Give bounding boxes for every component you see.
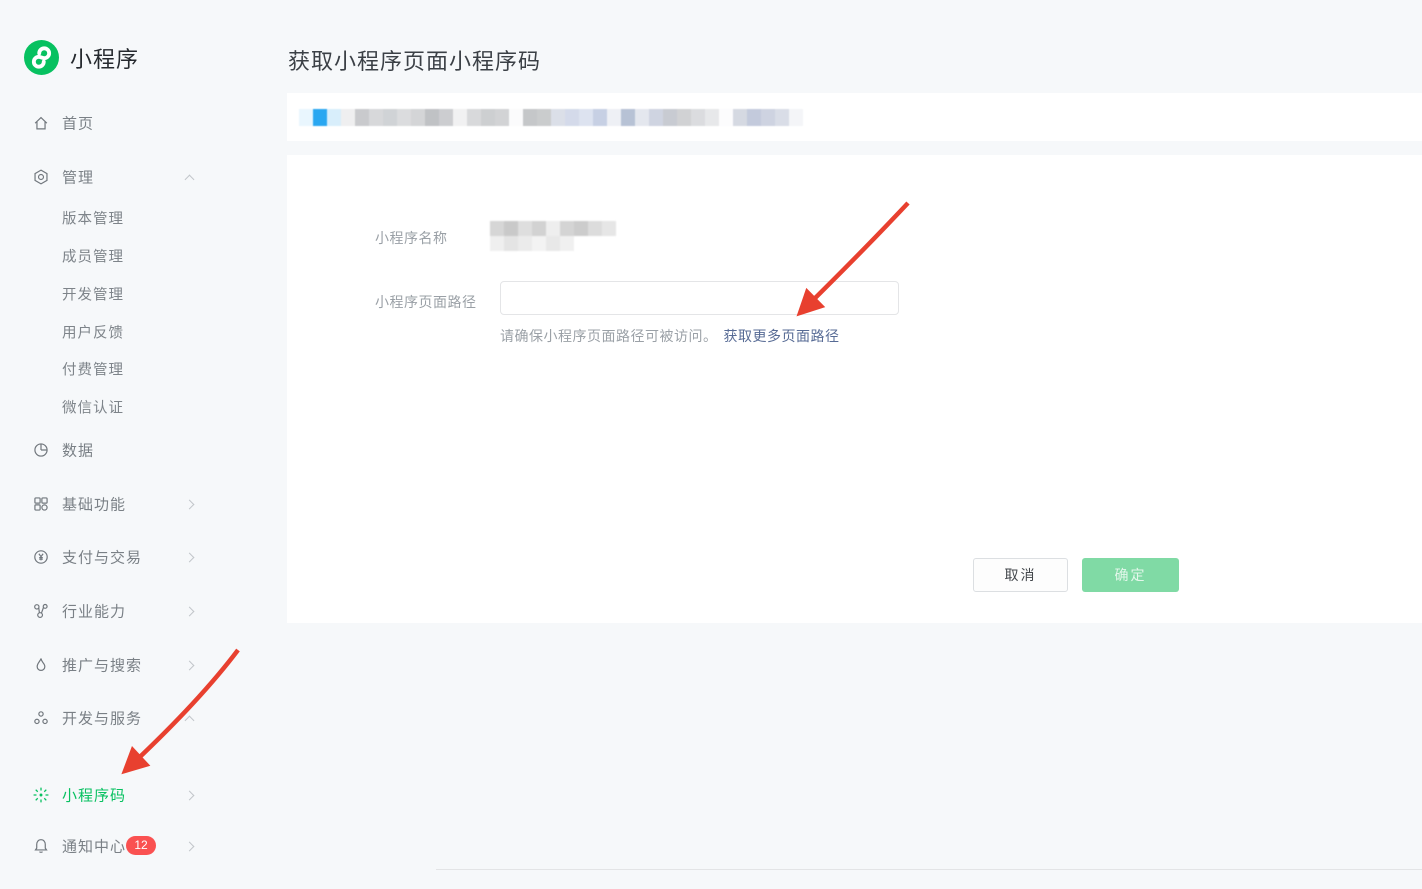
sidebar-item-mini-program-code[interactable]: 小程序码 [0, 781, 287, 809]
sidebar-item-label: 基础功能 [62, 494, 126, 515]
mini-program-logo-icon [24, 40, 59, 75]
chevron-right-icon [185, 553, 195, 563]
chevron-right-icon [185, 661, 195, 671]
sidebar-item-label: 小程序码 [62, 785, 126, 806]
sidebar-item-member-manage[interactable]: 成员管理 [0, 242, 287, 270]
sidebar-item-label: 用户反馈 [62, 322, 124, 343]
sidebar-item-payment-trade[interactable]: 支付与交易 [0, 543, 287, 571]
sidebar-item-label: 推广与搜索 [62, 655, 142, 676]
sidebar-item-label: 成员管理 [62, 246, 124, 267]
breadcrumb-bar [287, 93, 1422, 141]
sidebar-item-version-manage[interactable]: 版本管理 [0, 204, 287, 232]
path-hint: 请确保小程序页面路径可被访问。获取更多页面路径 [500, 326, 840, 346]
censored-breadcrumb [299, 109, 803, 126]
manage-icon [32, 168, 50, 186]
app-window: 小程序 首页 管理 版本管理 成员管理 开发管理 用户反馈 付费 [0, 0, 1422, 889]
sidebar-item-data[interactable]: 数据 [0, 436, 287, 464]
grid-icon [32, 495, 50, 513]
chevron-right-icon [185, 500, 195, 510]
sidebar-item-label: 付费管理 [62, 359, 124, 380]
sidebar: 小程序 首页 管理 版本管理 成员管理 开发管理 用户反馈 付费 [0, 0, 287, 889]
sidebar-item-promotion-search[interactable]: 推广与搜索 [0, 651, 287, 679]
chevron-right-icon [185, 842, 195, 852]
sidebar-item-manage[interactable]: 管理 [0, 163, 287, 191]
censored-mini-program-name [490, 221, 616, 251]
sidebar-item-label: 管理 [62, 167, 94, 188]
chevron-up-icon [185, 175, 195, 185]
sidebar-item-label: 开发与服务 [62, 708, 142, 729]
page-path-input[interactable] [500, 281, 899, 315]
mini-program-code-icon [32, 786, 50, 804]
sidebar-item-wechat-verify[interactable]: 微信认证 [0, 393, 287, 421]
path-hint-text: 请确保小程序页面路径可被访问。 [500, 328, 718, 344]
dev-services-icon [32, 709, 50, 727]
industry-molecule-icon [32, 602, 50, 620]
sidebar-item-label: 数据 [62, 440, 94, 461]
sidebar-item-label: 开发管理 [62, 284, 124, 305]
sidebar-item-dev-manage[interactable]: 开发管理 [0, 280, 287, 308]
sidebar-item-label: 微信认证 [62, 397, 124, 418]
sidebar-item-dev-services[interactable]: 开发与服务 [0, 704, 287, 732]
sidebar-item-industry[interactable]: 行业能力 [0, 597, 287, 625]
sidebar-item-label: 行业能力 [62, 601, 126, 622]
sidebar-item-basic-functions[interactable]: 基础功能 [0, 490, 287, 518]
bell-icon [32, 837, 50, 855]
app-logo: 小程序 [24, 40, 139, 75]
chevron-right-icon [185, 607, 195, 617]
app-title: 小程序 [70, 42, 139, 74]
cancel-button[interactable]: 取消 [973, 558, 1068, 592]
sidebar-item-label: 通知中心 [62, 836, 126, 857]
data-pie-icon [32, 441, 50, 459]
chevron-right-icon [185, 791, 195, 801]
sidebar-item-label: 版本管理 [62, 208, 124, 229]
page-title: 获取小程序页面小程序码 [288, 44, 541, 76]
bottom-divider [436, 869, 1422, 870]
sidebar-item-label: 支付与交易 [62, 547, 142, 568]
chevron-up-icon [185, 716, 195, 726]
confirm-button[interactable]: 确定 [1082, 558, 1179, 592]
get-more-paths-link[interactable]: 获取更多页面路径 [724, 328, 840, 344]
sidebar-item-label: 首页 [62, 113, 94, 134]
mini-program-name-label: 小程序名称 [375, 228, 448, 248]
notification-badge: 12 [126, 836, 156, 855]
form-card: 小程序名称 小程序页面路径 请确保小程序页面路径可被访问。获取更多页面路径 取消… [287, 155, 1422, 623]
payment-yen-icon [32, 548, 50, 566]
sidebar-item-notification-center[interactable]: 通知中心 12 [0, 832, 287, 860]
sidebar-item-payment-manage[interactable]: 付费管理 [0, 355, 287, 383]
sidebar-item-user-feedback[interactable]: 用户反馈 [0, 318, 287, 346]
page-path-label: 小程序页面路径 [375, 292, 477, 312]
home-icon [32, 114, 50, 132]
sidebar-item-home[interactable]: 首页 [0, 109, 287, 137]
flame-icon [32, 656, 50, 674]
